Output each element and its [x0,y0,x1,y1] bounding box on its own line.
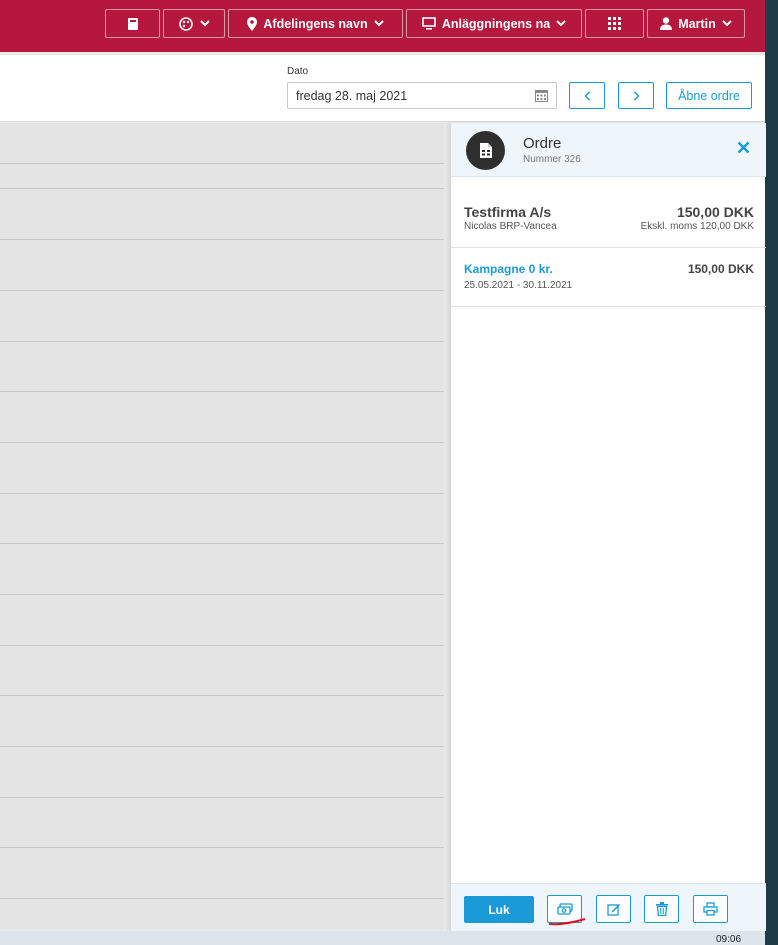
department-dropdown-button[interactable]: Afdelingens navn [228,9,403,38]
grid-line [0,391,444,392]
grid-line [0,290,444,291]
calendar-icon[interactable] [535,89,548,102]
tools-dropdown-button[interactable] [163,9,225,38]
order-line-row[interactable]: Kampagne 0 kr. 25.05.2021 - 30.11.2021 1… [451,249,766,307]
grid-icon [608,17,621,30]
notebook-icon [127,17,138,30]
edit-button[interactable] [596,895,631,923]
grid-line [0,645,444,646]
next-day-button[interactable] [618,82,654,109]
order-line-name[interactable]: Kampagne 0 kr. [464,262,553,276]
facility-dropdown-button[interactable]: Anläggningens na [406,9,582,38]
trash-icon [655,902,668,916]
payment-button[interactable] [547,895,582,923]
customer-contact: Nicolas BRP-Vancea [464,221,557,232]
order-panel-footer: Luk [451,883,766,931]
department-label: Afdelingens navn [263,16,368,31]
delete-button[interactable] [644,895,679,923]
chevron-down-icon [722,20,732,27]
notebook-button[interactable] [105,9,160,38]
taskbar-clock: 09:06 [716,934,742,945]
user-menu-button[interactable]: Martin [647,9,745,38]
palette-icon [178,16,193,31]
date-value: fredag 28. maj 2021 [296,88,408,103]
order-line-period: 25.05.2021 - 30.11.2021 [464,280,573,291]
grid-line [0,594,444,595]
user-name: Martin [678,16,716,31]
grid-line [0,493,444,494]
grid-line [0,847,444,848]
printer-icon [703,902,718,916]
grid-line [0,188,444,189]
order-document-icon [466,131,505,170]
window-edge [765,0,778,945]
date-input[interactable]: fredag 28. maj 2021 [287,82,557,109]
money-icon [556,902,573,915]
customer-name: Testfirma A/s [464,204,552,220]
chevron-down-icon [199,20,210,27]
open-orders-button[interactable]: Åbne ordre [666,82,752,109]
monitor-icon [422,17,436,30]
grid-line [0,746,444,747]
chevron-down-icon [373,20,384,27]
customer-excl-vat: Ekskl. moms 120,00 DKK [640,221,754,232]
customer-amount: 150,00 DKK [676,204,754,220]
chevron-right-icon [633,90,640,101]
date-label: Dato [287,66,309,77]
taskbar [0,931,765,945]
top-bar: Afdelingens navn Anläggningens na Martin [0,0,765,52]
grid-line [0,442,444,443]
previous-day-button[interactable] [569,82,605,109]
grid-line [0,695,444,696]
print-button[interactable] [693,895,728,923]
grid-line [0,239,444,240]
grid-line [0,163,444,164]
grid-line [0,797,444,798]
toolbar: Dato fredag 28. maj 2021 Åbne ordre [0,55,765,122]
chevron-left-icon [583,90,590,101]
grid-line [0,341,444,342]
close-button[interactable]: Luk [464,896,534,923]
grid-line [0,543,444,544]
user-icon [660,17,673,30]
order-line-amount: 150,00 DKK [687,262,754,276]
open-orders-label: Åbne ordre [678,88,740,103]
chevron-down-icon [556,20,566,27]
facility-label: Anläggningens na [441,16,551,31]
map-pin-icon [247,16,258,31]
edit-icon [606,904,620,916]
apps-grid-button[interactable] [585,9,644,38]
customer-row[interactable]: Testfirma A/s Nicolas BRP-Vancea 150,00 … [451,178,766,248]
order-panel: Ordre Nummer 326 Testfirma A/s Nicolas B… [450,123,766,931]
order-number: Nummer 326 [523,154,581,165]
grid-line [0,898,444,899]
close-icon[interactable] [737,141,750,154]
order-title: Ordre [523,135,562,152]
order-panel-header: Ordre Nummer 326 [451,123,766,177]
schedule-grid[interactable] [0,123,444,930]
